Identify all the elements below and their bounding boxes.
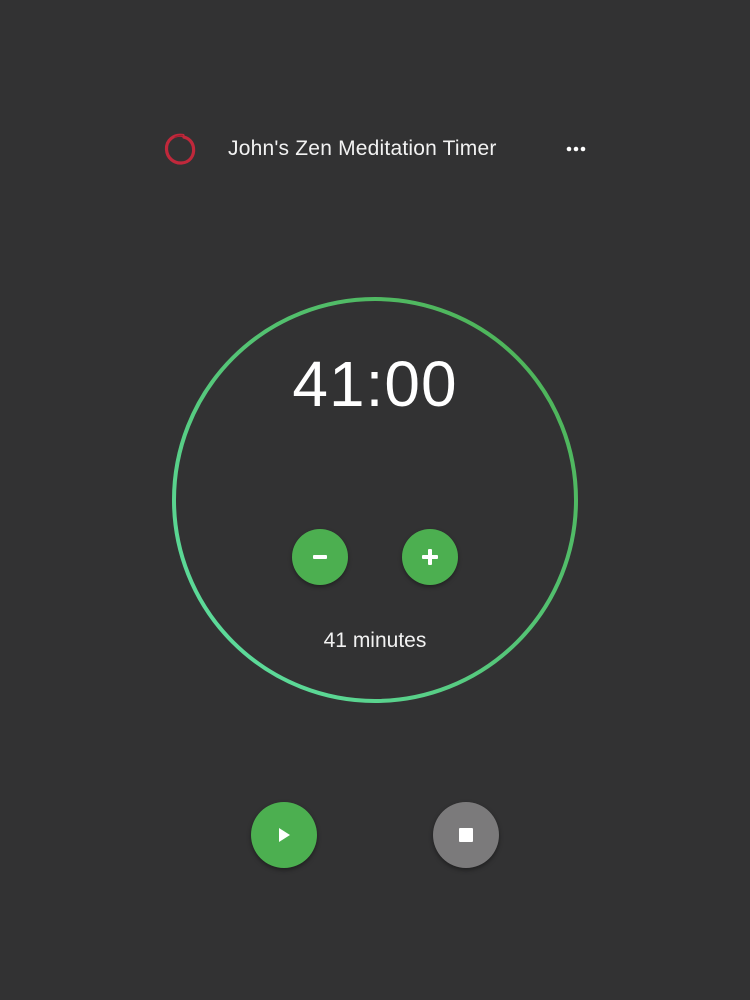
stop-icon bbox=[459, 828, 473, 842]
increase-time-button[interactable] bbox=[402, 529, 458, 585]
more-horizontal-icon bbox=[566, 146, 586, 152]
timer-display: 41:00 bbox=[292, 348, 458, 420]
header: John's Zen Meditation Timer bbox=[0, 126, 750, 172]
minus-icon bbox=[313, 555, 327, 559]
plus-icon bbox=[422, 549, 438, 565]
minutes-label: 41 minutes bbox=[323, 629, 427, 652]
more-menu-button[interactable] bbox=[560, 134, 592, 164]
enso-circle-icon bbox=[162, 131, 198, 167]
play-button[interactable] bbox=[251, 802, 317, 868]
play-icon bbox=[279, 828, 290, 842]
meditation-timer-app: John's Zen Meditation Timer 41:00 41 min… bbox=[0, 0, 750, 1000]
app-title: John's Zen Meditation Timer bbox=[228, 137, 497, 160]
stop-button[interactable] bbox=[433, 802, 499, 868]
decrease-time-button[interactable] bbox=[292, 529, 348, 585]
